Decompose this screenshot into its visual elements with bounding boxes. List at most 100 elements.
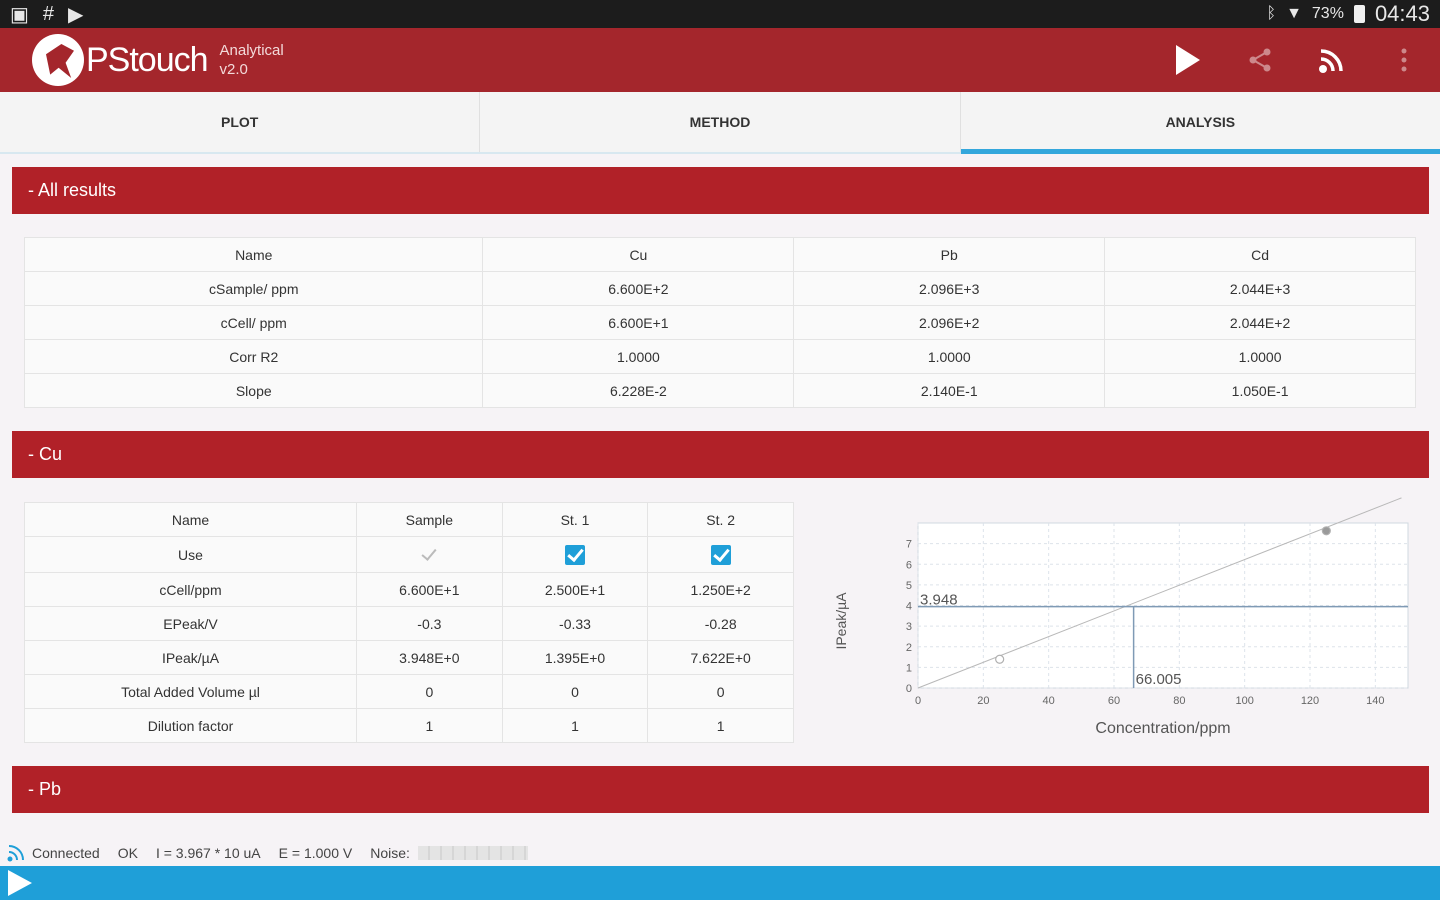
app-subtitle-line1: Analytical (219, 42, 284, 59)
table-cell: 1 (356, 708, 503, 743)
x-tick-label: 60 (1108, 695, 1120, 707)
y-tick-label: 1 (906, 662, 912, 674)
table-cell: EPeak/V (23, 606, 358, 641)
y-tick-label: 6 (906, 559, 912, 571)
table-cell: 6.600E+1 (356, 572, 503, 607)
play-button[interactable] (1152, 28, 1224, 92)
table-cell: Name (23, 237, 484, 272)
y-axis-label: IPeak/µA (833, 592, 849, 650)
use-checkbox-st1[interactable] (565, 544, 585, 565)
bottom-play-button[interactable] (8, 870, 32, 896)
table-cell: Name (23, 502, 358, 537)
table-cell: Total Added Volume µl (23, 674, 358, 709)
table-cell: 2.096E+3 (793, 271, 1106, 306)
section-header-all-results[interactable]: - All results (12, 167, 1429, 214)
app-logo: PStouch Analytical v2.0 (32, 34, 284, 86)
table-row: Name Cu Pb Cd (23, 237, 1416, 272)
status-right-icons: ᛒ ▼ 73% 04:43 (1266, 1, 1430, 27)
table-cell: 0 (356, 674, 503, 709)
table-row: cSample/ ppm 6.600E+2 2.096E+3 2.044E+3 (23, 271, 1416, 306)
use-checkbox-sample[interactable] (419, 545, 439, 565)
data-point (1321, 526, 1331, 536)
all-results-table: Name Cu Pb Cd cSample/ ppm 6.600E+2 2.09… (23, 237, 1416, 408)
table-cell: 1.050E-1 (1104, 373, 1416, 408)
app-bar: PStouch Analytical v2.0 (0, 28, 1440, 92)
table-cell: 1 (501, 708, 649, 743)
tab-bar: PLOT METHOD ANALYSIS (0, 92, 1440, 154)
y-axis-ticks: 0 1 2 3 4 5 6 7 (906, 539, 912, 695)
potential-readout: E = 1.000 V (278, 845, 353, 861)
x-axis-ticks: 0 20 40 60 80 100 120 140 (915, 695, 1385, 707)
table-cell: 1.395E+0 (501, 640, 649, 675)
x-tick-label: 140 (1366, 695, 1384, 707)
table-cell: 1 (647, 708, 794, 743)
table-cell: 0 (501, 674, 649, 709)
y-tick-label: 5 (906, 580, 912, 592)
tab-analysis[interactable]: ANALYSIS (960, 92, 1440, 154)
app-name: PStouch (86, 40, 209, 79)
app-subtitle-line2: v2.0 (219, 61, 248, 78)
hash-icon: # (42, 2, 55, 25)
table-cell: 2.500E+1 (501, 572, 649, 607)
table-row: Slope 6.228E-2 2.140E-1 1.050E-1 (23, 373, 1416, 408)
table-cell: Dilution factor (23, 708, 358, 743)
table-row: Total Added Volume µl 0 0 0 (23, 674, 794, 709)
tab-plot[interactable]: PLOT (0, 92, 481, 152)
table-cell: cCell/ ppm (23, 305, 484, 340)
table-cell: -0.3 (356, 606, 503, 641)
table-cell: St. 2 (647, 502, 794, 537)
table-cell (647, 536, 794, 573)
section-header-cu[interactable]: - Cu (12, 431, 1429, 478)
play-store-icon: ▶ (68, 3, 84, 26)
table-cell (356, 536, 503, 573)
connect-button[interactable] (1296, 28, 1368, 92)
overflow-menu-icon (1401, 48, 1407, 72)
noise-label: Noise: (370, 845, 410, 861)
connection-status-line: Connected OK I = 3.967 * 10 uA E = 1.000… (0, 838, 1440, 868)
y-tick-label: 2 (906, 642, 912, 654)
connection-status: Connected (32, 845, 100, 861)
table-cell: -0.33 (501, 606, 649, 641)
current-readout: I = 3.967 * 10 uA (155, 845, 261, 861)
table-cell: 2.044E+3 (1104, 271, 1416, 306)
marker-y-label: 3.948 (920, 592, 958, 609)
x-tick-label: 100 (1235, 695, 1253, 707)
tab-method[interactable]: METHOD (480, 92, 961, 152)
share-button[interactable] (1224, 28, 1296, 92)
table-cell: 2.096E+2 (793, 305, 1106, 340)
y-tick-label: 3 (906, 621, 912, 633)
table-cell: Sample (356, 502, 503, 537)
data-point (995, 654, 1005, 664)
calibration-chart: 0 20 40 60 80 100 120 140 0 1 2 3 4 5 6 7 3.948 66.005… (833, 497, 1409, 737)
table-cell: 2.140E-1 (793, 373, 1106, 408)
table-cell: Pb (793, 237, 1106, 272)
table-cell: 6.600E+1 (482, 305, 795, 340)
section-header-pb[interactable]: - Pb (12, 766, 1429, 813)
appbar-actions (1152, 28, 1440, 92)
connect-icon (1319, 49, 1343, 73)
table-cell: cSample/ ppm (23, 271, 484, 306)
table-cell: 1.0000 (482, 339, 795, 374)
x-axis-label: Concentration/ppm (1095, 720, 1230, 737)
x-tick-label: 80 (1173, 695, 1185, 707)
bluetooth-icon: ᛒ (1266, 5, 1277, 22)
share-icon (1249, 48, 1271, 72)
system-status-bar: ▣ # ▶ ᛒ ▼ 73% 04:43 (0, 0, 1440, 28)
overflow-menu-button[interactable] (1368, 28, 1440, 92)
table-row: cCell/ppm 6.600E+1 2.500E+1 1.250E+2 (23, 572, 794, 607)
table-cell: 1.0000 (1104, 339, 1416, 374)
screenshot-icon: ▣ (10, 3, 29, 26)
use-checkbox-st2[interactable] (710, 544, 731, 565)
cu-table: Name Sample St. 1 St. 2 Use cCell/ppm 6.… (23, 502, 794, 743)
table-row: IPeak/µA 3.948E+0 1.395E+0 7.622E+0 (23, 640, 794, 675)
table-cell: 2.044E+2 (1104, 305, 1416, 340)
y-tick-label: 7 (906, 539, 912, 551)
table-cell: IPeak/µA (23, 640, 358, 675)
table-row: Corr R2 1.0000 1.0000 1.0000 (23, 339, 1416, 374)
table-cell: 0 (647, 674, 794, 709)
table-cell: 3.948E+0 (356, 640, 503, 675)
table-cell: Cd (1104, 237, 1416, 272)
table-cell: Slope (23, 373, 484, 408)
table-cell: -0.28 (647, 606, 794, 641)
table-cell: 1.250E+2 (647, 572, 794, 607)
